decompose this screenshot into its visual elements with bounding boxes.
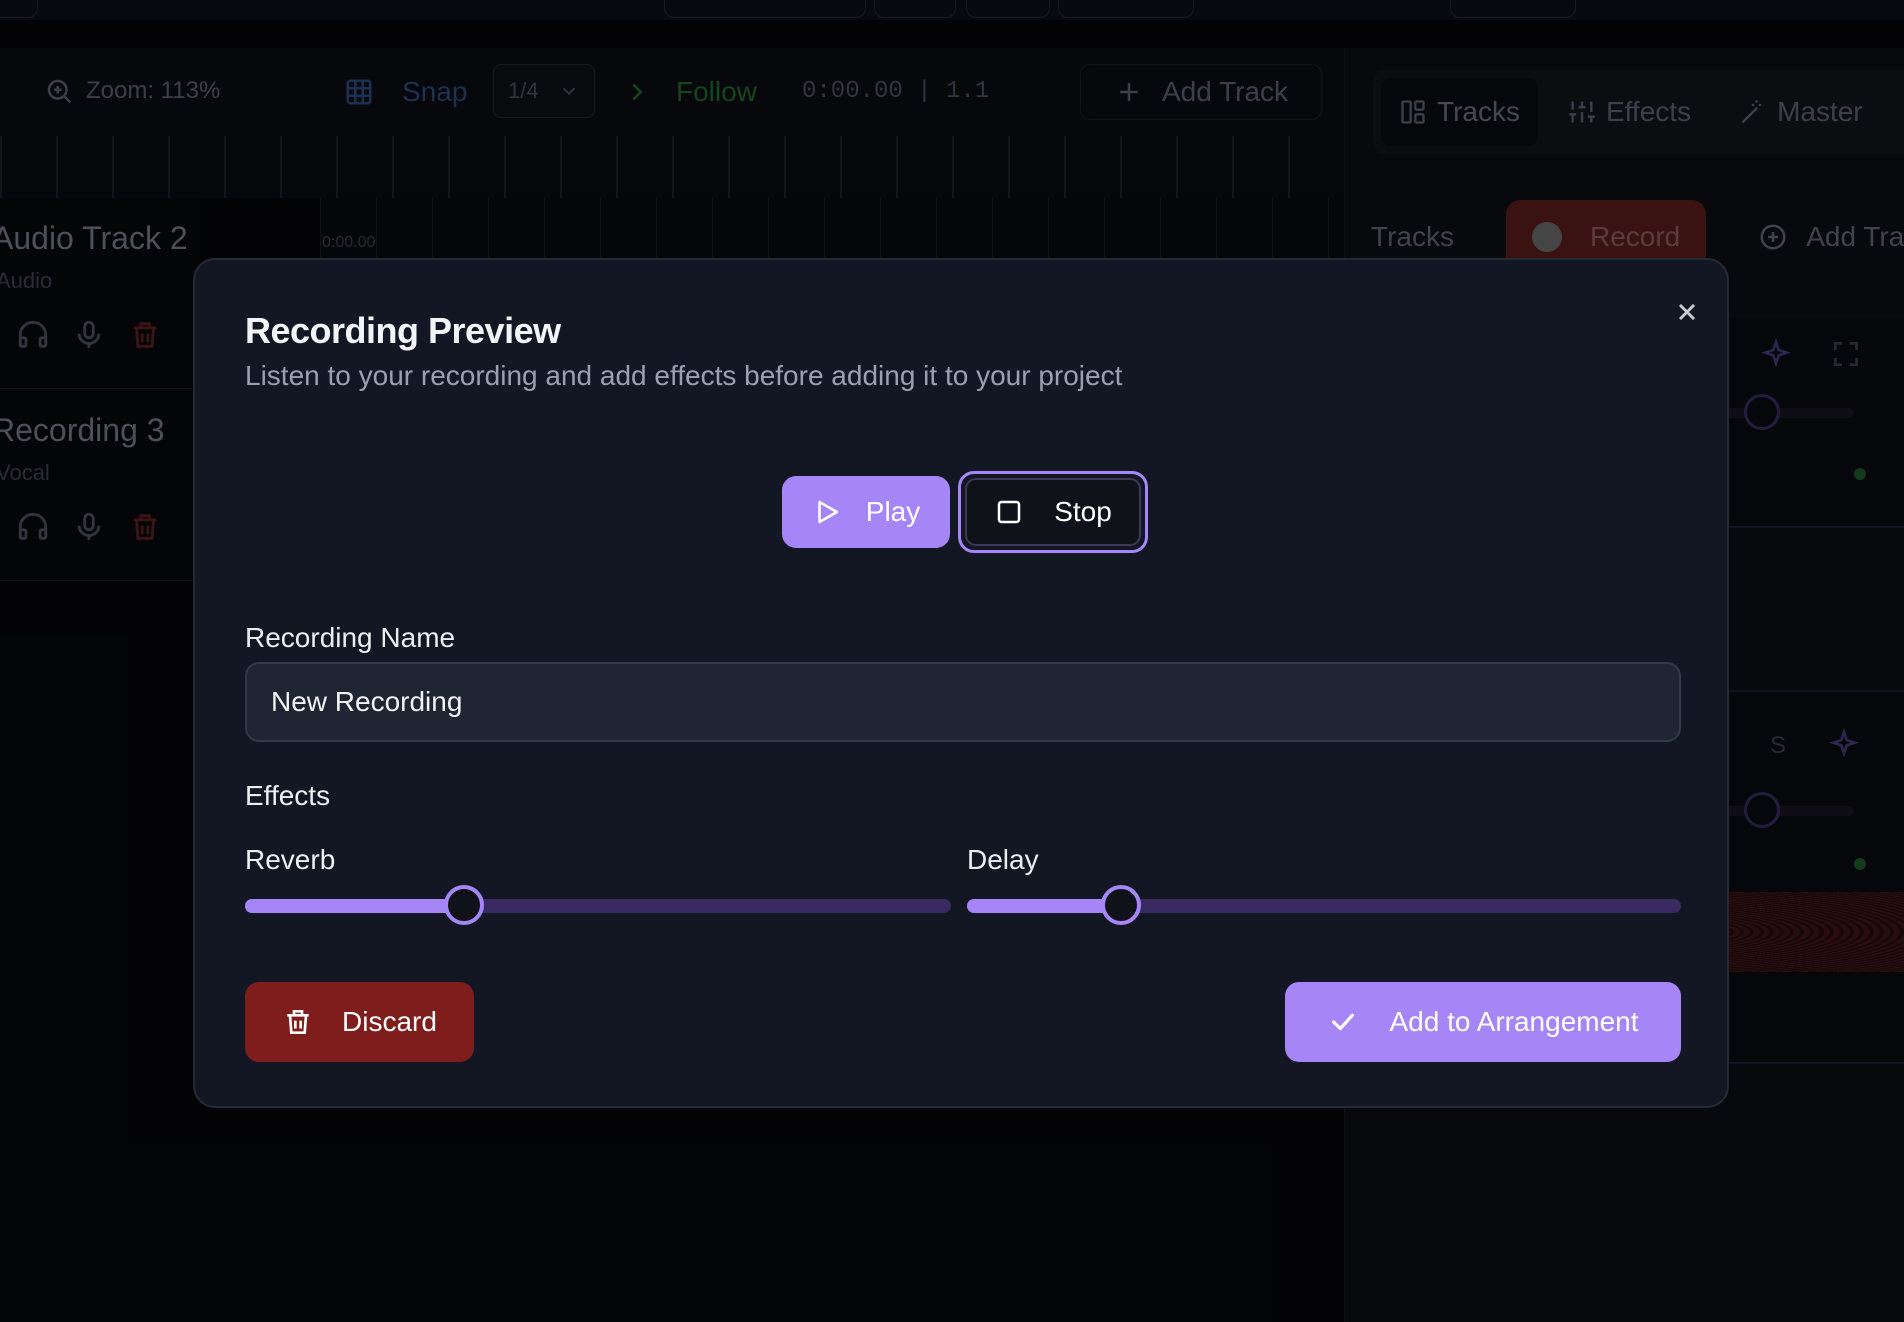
- recording-name-label: Recording Name: [245, 622, 456, 653]
- trash-icon: [287, 1010, 309, 1034]
- dialog-title: Recording Preview: [245, 310, 561, 351]
- slider-thumb[interactable]: [1100, 885, 1141, 925]
- dialog-subtitle: Listen to your recording and add effects…: [245, 360, 1123, 391]
- close-button[interactable]: [1669, 294, 1705, 330]
- play-icon: [818, 500, 839, 524]
- recording-preview-dialog: Recording Preview Listen to your recordi…: [193, 258, 1729, 1108]
- slider-fill: [245, 899, 464, 913]
- slider-thumb[interactable]: [443, 885, 484, 925]
- delay-slider[interactable]: [967, 885, 1681, 925]
- discard-label: Discard: [342, 1006, 437, 1037]
- delay-label: Delay: [967, 844, 1039, 875]
- recording-name-input[interactable]: [245, 662, 1681, 742]
- discard-button[interactable]: Discard: [245, 982, 474, 1062]
- stop-button[interactable]: Stop: [958, 471, 1148, 553]
- add-to-arrangement-label: Add to Arrangement: [1389, 1006, 1639, 1037]
- effects-heading: Effects: [245, 780, 331, 811]
- slider-fill: [967, 899, 1121, 913]
- stop-icon: [997, 500, 1021, 524]
- reverb-label: Reverb: [245, 844, 336, 875]
- close-icon: [1679, 304, 1695, 320]
- play-label: Play: [865, 496, 921, 527]
- add-to-arrangement-button[interactable]: Add to Arrangement: [1285, 982, 1681, 1062]
- reverb-slider[interactable]: [245, 885, 951, 925]
- play-button[interactable]: Play: [782, 476, 950, 548]
- check-icon: [1332, 1013, 1355, 1031]
- stop-label: Stop: [1054, 496, 1112, 527]
